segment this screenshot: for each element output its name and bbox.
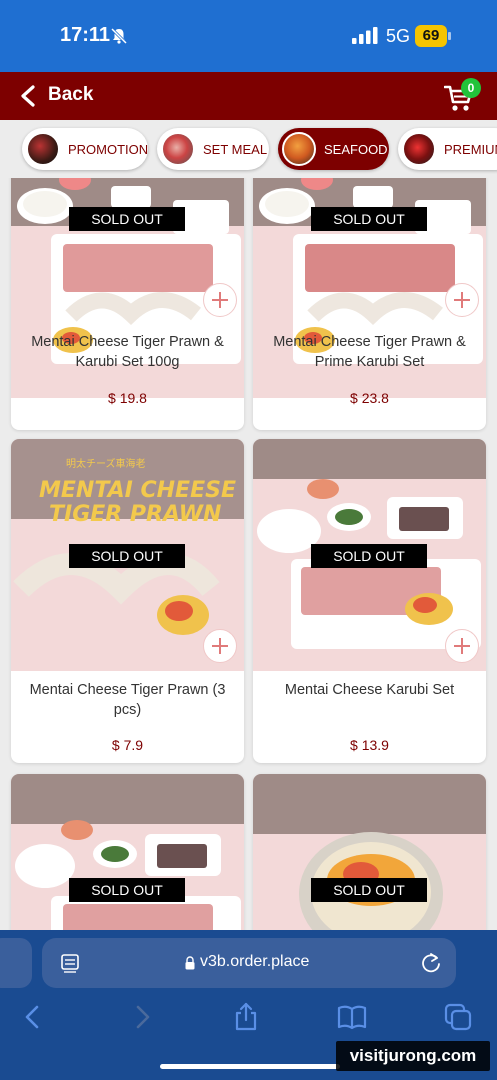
product-card[interactable]: SOLD OUT Mentai Cheese Karubi Set $ 13.9 [253, 439, 486, 763]
category-thumbnail [402, 132, 436, 166]
category-label: PROMOTION [68, 141, 149, 157]
sold-out-badge: SOLD OUT [69, 878, 185, 902]
bell-slash-icon [110, 27, 128, 45]
category-thumbnail [161, 132, 195, 166]
product-image: 明太チーズ車海老 MENTAI CHEESE TIGER PRAWN SOLD … [11, 439, 244, 671]
product-grid: SOLD OUT Mentai Cheese Tiger Prawn & Kar… [0, 178, 497, 930]
product-name: Mentai Cheese Tiger Prawn & Karubi Set 1… [31, 334, 224, 370]
product-price: $ 19.8 [108, 390, 147, 406]
category-label: SET MEAL [203, 141, 268, 157]
product-image: SOLD OUT [253, 774, 486, 930]
url-text: v3b.order.place [200, 953, 310, 970]
category-bar: PROMOTION SET MEAL SEAFOOD PREMIUM [0, 120, 497, 178]
category-label: PREMIUM [444, 141, 497, 157]
product-photo [253, 774, 486, 930]
category-promotion[interactable]: PROMOTION [22, 128, 148, 170]
lock-icon [185, 956, 195, 970]
battery-level: 69 [415, 25, 447, 47]
reader-icon[interactable] [60, 953, 80, 973]
share-icon[interactable] [231, 1002, 261, 1032]
add-to-cart-button[interactable] [445, 629, 479, 663]
back-button[interactable]: Back [48, 84, 93, 106]
plus-icon [454, 638, 470, 654]
address-bar[interactable]: v3b.order.place [42, 938, 456, 988]
product-card[interactable]: 明太チーズ車海老 MENTAI CHEESE TIGER PRAWN SOLD … [11, 439, 244, 763]
product-price: $ 7.9 [111, 737, 144, 753]
add-to-cart-button[interactable] [445, 283, 479, 317]
reload-icon[interactable] [420, 952, 442, 974]
sold-out-badge: SOLD OUT [69, 544, 185, 568]
image-caption-line2: TIGER PRAWN [49, 502, 221, 527]
product-name: Mentai Cheese Karubi Set [284, 682, 455, 698]
sold-out-badge: SOLD OUT [311, 544, 427, 568]
sold-out-badge: SOLD OUT [311, 207, 427, 231]
sold-out-badge: SOLD OUT [311, 878, 427, 902]
category-set-meal[interactable]: SET MEAL [157, 128, 269, 170]
product-name: Mentai Cheese Tiger Prawn & Prime Karubi… [273, 334, 466, 370]
plus-icon [454, 292, 470, 308]
cart-count-badge: 0 [461, 78, 481, 98]
category-seafood[interactable]: SEAFOOD [278, 128, 389, 170]
product-image: SOLD OUT [253, 439, 486, 671]
network-label: 5G [386, 26, 411, 46]
product-card[interactable]: SOLD OUT [253, 774, 486, 930]
tabs-icon[interactable] [443, 1002, 473, 1032]
product-card[interactable]: SOLD OUT Mentai Cheese Tiger Prawn & Kar… [11, 178, 244, 430]
signal-icon [352, 27, 378, 44]
image-caption-line1: MENTAI CHEESE [39, 478, 236, 503]
status-time: 17:11 [60, 24, 111, 46]
status-bar: 17:11 5G 69 [0, 0, 497, 72]
image-caption-jp: 明太チーズ車海老 [66, 457, 146, 470]
add-to-cart-button[interactable] [203, 283, 237, 317]
category-thumbnail [26, 132, 60, 166]
chevron-left-icon[interactable] [18, 84, 40, 108]
category-label: SEAFOOD [324, 141, 388, 157]
plus-icon [212, 638, 228, 654]
product-price: $ 13.9 [350, 737, 389, 753]
add-to-cart-button[interactable] [203, 629, 237, 663]
plus-icon [212, 292, 228, 308]
previous-tab-preview[interactable] [0, 938, 32, 988]
sold-out-badge: SOLD OUT [69, 207, 185, 231]
product-card[interactable]: SOLD OUT Mentai Cheese Tiger Prawn & Pri… [253, 178, 486, 430]
category-premium[interactable]: PREMIUM [398, 128, 497, 170]
watermark: visitjurong.com [336, 1041, 490, 1071]
product-photo [11, 774, 244, 930]
bookmarks-icon[interactable] [337, 1002, 367, 1032]
product-image: SOLD OUT [11, 774, 244, 930]
app-header: Back 0 [0, 72, 497, 120]
battery-tip [448, 32, 451, 40]
home-indicator[interactable] [160, 1064, 340, 1069]
forward-arrow-icon [136, 1005, 150, 1029]
product-card[interactable]: SOLD OUT [11, 774, 244, 930]
category-thumbnail [282, 132, 316, 166]
cart-button[interactable]: 0 [444, 78, 488, 116]
product-price: $ 23.8 [350, 390, 389, 406]
back-arrow-icon[interactable] [18, 1002, 48, 1032]
product-name: Mentai Cheese Tiger Prawn (3 pcs) [29, 682, 226, 718]
battery-icon: 69 [415, 25, 451, 47]
